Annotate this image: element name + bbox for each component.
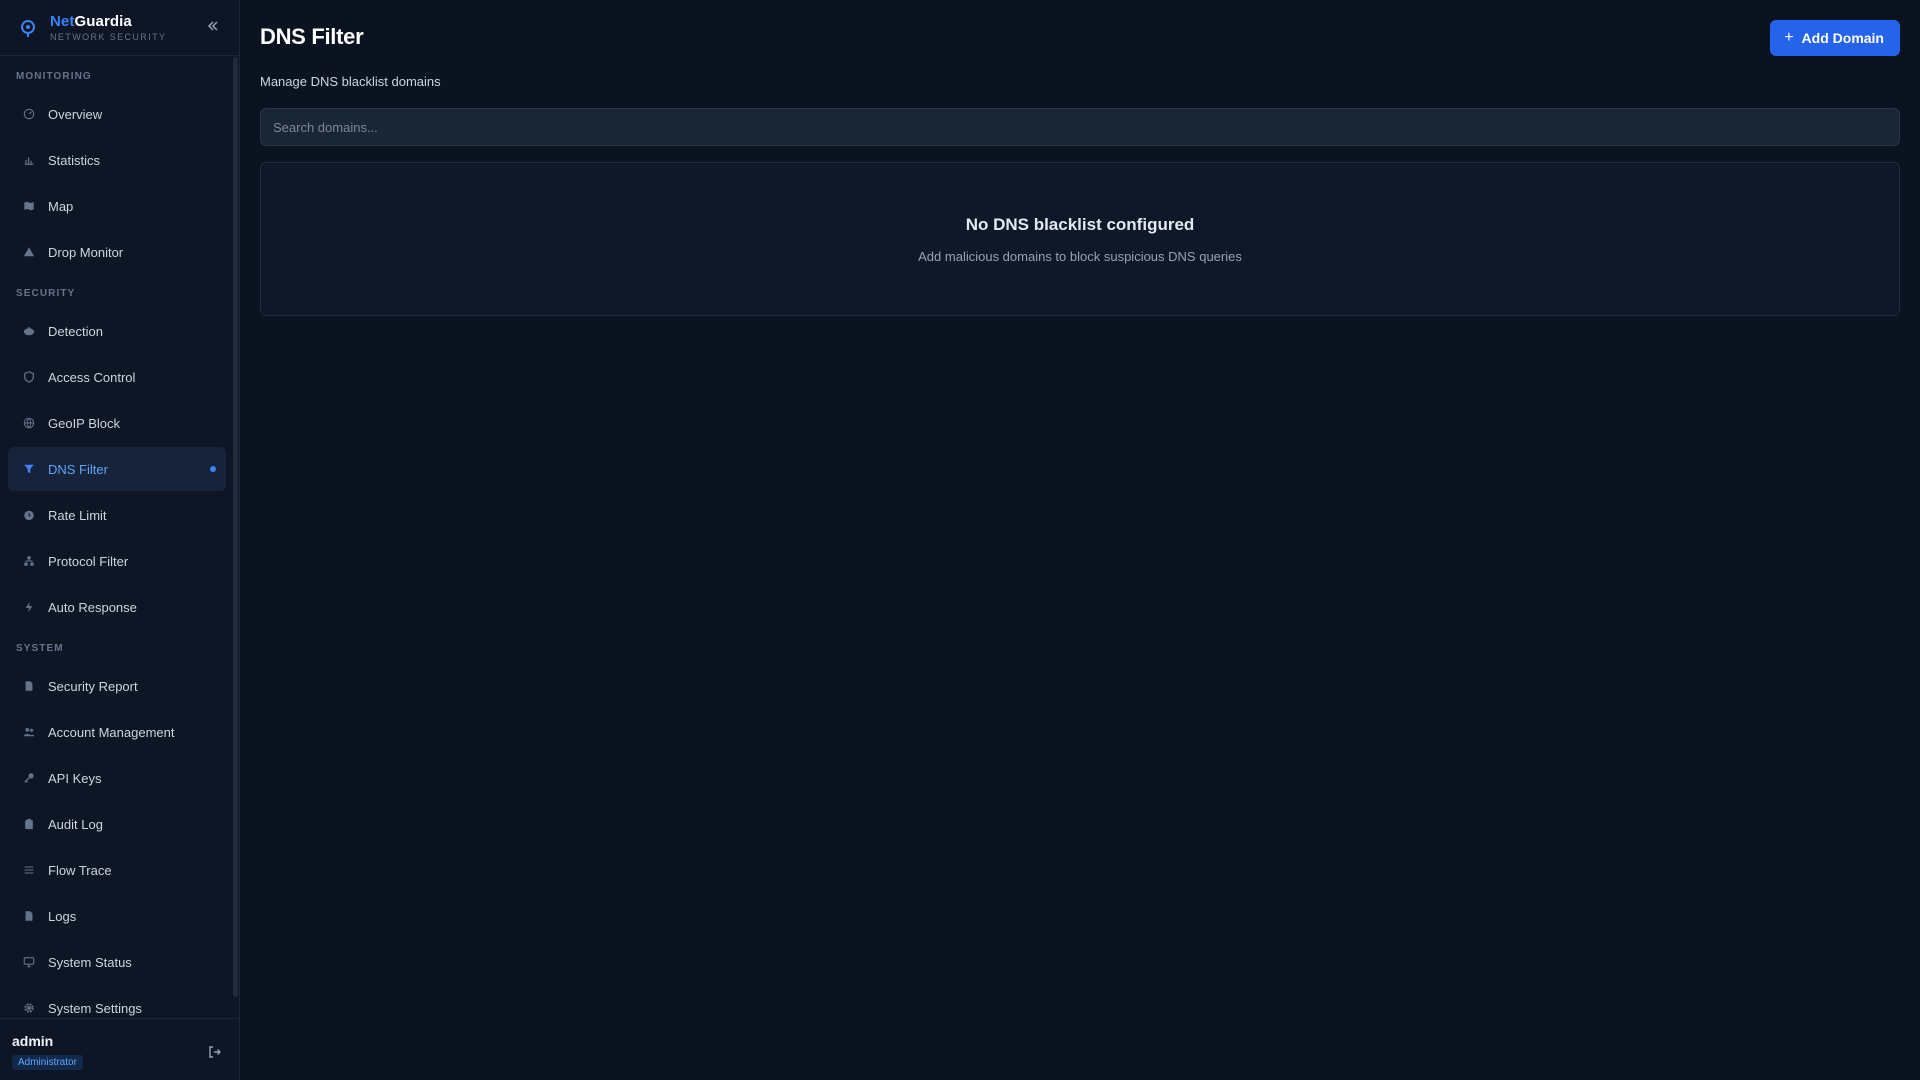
sidebar-item-detection[interactable]: Detection	[8, 309, 226, 353]
sidebar-item-label: Statistics	[48, 152, 101, 168]
sidebar-item-label: Logs	[48, 908, 77, 924]
sidebar-item-auto-response[interactable]: Auto Response	[8, 585, 226, 629]
bar-chart-icon	[24, 157, 34, 165]
page-title: DNS Filter	[260, 24, 364, 49]
nav-section-label: MONITORING	[16, 71, 92, 82]
add-domain-button[interactable]: + Add Domain	[1770, 20, 1900, 56]
sidebar-item-label: Detection	[48, 323, 103, 339]
file-icon	[25, 911, 33, 921]
monitor-icon	[23, 957, 35, 968]
gauge-icon	[23, 108, 35, 120]
bolt-icon	[25, 601, 33, 613]
list-icon	[24, 866, 34, 874]
sidebar: NetGuardia NETWORK SECURITY MONITORING O…	[0, 0, 240, 1080]
sidebar-item-rate-limit[interactable]: Rate Limit	[8, 493, 226, 537]
sidebar-item-map[interactable]: Map	[8, 184, 226, 228]
active-indicator-dot	[210, 466, 216, 472]
empty-state-card: No DNS blacklist configured Add maliciou…	[260, 162, 1900, 316]
sidebar-item-logs[interactable]: Logs	[8, 894, 226, 938]
sidebar-item-label: DNS Filter	[48, 461, 108, 477]
sidebar-item-security-report[interactable]: Security Report	[8, 664, 226, 708]
sidebar-item-overview[interactable]: Overview	[8, 92, 226, 136]
page-subtitle: Manage DNS blacklist domains	[260, 74, 441, 89]
timer-icon	[24, 510, 34, 521]
sidebar-item-label: Protocol Filter	[48, 553, 129, 569]
sidebar-item-access-control[interactable]: Access Control	[8, 355, 226, 399]
sidebar-item-geoip-block[interactable]: GeoIP Block	[8, 401, 226, 445]
gear-icon	[24, 1003, 34, 1013]
sidebar-item-label: Map	[48, 198, 74, 214]
user-name: admin	[12, 1033, 54, 1049]
collapse-sidebar-button[interactable]	[205, 18, 221, 34]
user-panel: admin Administrator	[0, 1018, 240, 1080]
document-icon	[25, 681, 33, 691]
sidebar-item-label: Drop Monitor	[48, 244, 124, 260]
warning-icon	[23, 247, 35, 257]
sidebar-item-label: Account Management	[48, 724, 175, 740]
users-icon	[23, 727, 35, 737]
search-input[interactable]	[260, 108, 1900, 146]
sidebar-item-label: Auto Response	[48, 599, 137, 615]
globe-icon	[23, 417, 35, 429]
sidebar-item-label: Flow Trace	[48, 862, 112, 878]
user-role-badge: Administrator	[12, 1055, 83, 1070]
brand-name: NetGuardia	[50, 13, 132, 30]
scrollbar-thumb[interactable]	[233, 57, 238, 997]
sidebar-item-label: Overview	[48, 106, 103, 122]
sidebar-item-dns-filter[interactable]: DNS Filter	[8, 447, 226, 491]
brand-header: NetGuardia NETWORK SECURITY	[0, 0, 239, 56]
plus-icon: +	[1784, 29, 1794, 46]
sidebar-item-system-settings[interactable]: System Settings	[8, 986, 226, 1018]
nav-section-label: SECURITY	[16, 288, 76, 299]
shield-icon	[24, 371, 34, 383]
sidebar-item-api-keys[interactable]: API Keys	[8, 756, 226, 800]
map-icon	[24, 201, 34, 211]
brand-subtitle: NETWORK SECURITY	[50, 32, 167, 42]
logout-button[interactable]	[208, 1045, 222, 1059]
sidebar-item-label: System Status	[48, 954, 132, 970]
sidebar-item-statistics[interactable]: Statistics	[8, 138, 226, 182]
empty-state-description: Add malicious domains to block suspiciou…	[918, 248, 1242, 264]
nav-section-label: SYSTEM	[16, 643, 64, 654]
sidebar-item-protocol-filter[interactable]: Protocol Filter	[8, 539, 226, 583]
sidebar-nav: MONITORING Overview Statistics Map Drop …	[0, 57, 240, 1018]
sidebar-item-system-status[interactable]: System Status	[8, 940, 226, 984]
sidebar-scrollbar[interactable]	[233, 57, 239, 997]
radar-icon	[23, 327, 35, 336]
network-icon	[24, 556, 34, 566]
logo-icon	[21, 19, 35, 37]
add-domain-label: Add Domain	[1801, 30, 1884, 46]
clipboard-icon	[25, 818, 33, 830]
chevrons-left-icon	[207, 21, 218, 31]
sidebar-item-label: Security Report	[48, 678, 138, 694]
filter-icon	[24, 464, 34, 474]
sidebar-item-label: Audit Log	[48, 816, 103, 832]
key-icon	[24, 773, 34, 783]
empty-state-title: No DNS blacklist configured	[965, 214, 1195, 234]
logout-icon	[209, 1046, 221, 1058]
sidebar-item-label: Access Control	[48, 369, 136, 385]
main-content: DNS Filter Manage DNS blacklist domains …	[260, 0, 1900, 1080]
sidebar-item-account-management[interactable]: Account Management	[8, 710, 226, 754]
sidebar-item-label: API Keys	[48, 770, 102, 786]
sidebar-item-label: GeoIP Block	[48, 415, 121, 431]
sidebar-item-audit-log[interactable]: Audit Log	[8, 802, 226, 846]
sidebar-item-label: System Settings	[48, 1000, 142, 1016]
sidebar-item-drop-monitor[interactable]: Drop Monitor	[8, 230, 226, 274]
sidebar-item-flow-trace[interactable]: Flow Trace	[8, 848, 226, 892]
sidebar-item-label: Rate Limit	[48, 507, 107, 523]
